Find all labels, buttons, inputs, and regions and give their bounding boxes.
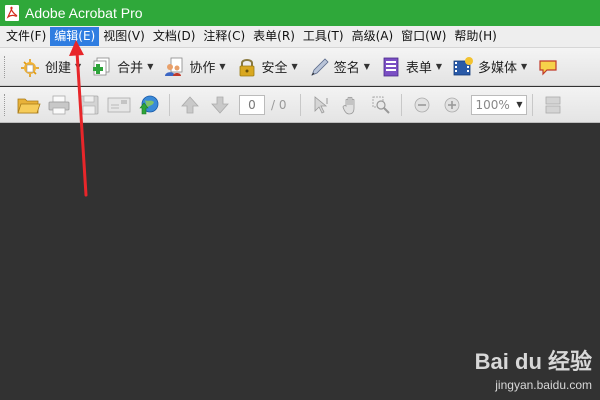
security-label: 安全 xyxy=(261,61,288,76)
combine-label: 合并 xyxy=(117,61,144,76)
zoom-value: 100% xyxy=(475,97,510,112)
pen-icon xyxy=(308,56,330,78)
watermark-url: jingyan.baidu.com xyxy=(495,378,592,392)
tools-toolbar: 0 / 0 100% ▼ xyxy=(0,87,600,123)
zoom-in-icon[interactable] xyxy=(437,91,467,119)
create-pdf-icon xyxy=(19,56,41,78)
forms-label: 表单 xyxy=(405,61,432,76)
page-number-input[interactable]: 0 xyxy=(239,94,265,115)
menu-comments[interactable]: 注释(C) xyxy=(199,27,249,46)
acrobat-logo-icon xyxy=(5,5,19,21)
collaborate-button[interactable]: 协作 ▼ xyxy=(158,52,230,82)
toolbar-grip[interactable] xyxy=(4,93,8,116)
baidu-jingyan-logo: Bai du 经验 xyxy=(474,349,592,374)
toolbar-grip[interactable] xyxy=(4,55,8,78)
zoom-out-icon[interactable] xyxy=(407,91,437,119)
save-icon[interactable] xyxy=(74,91,104,119)
watermark: Bai du 经验 jingyan.baidu.com xyxy=(475,344,592,392)
menu-window[interactable]: 窗口(W) xyxy=(397,27,450,46)
task-toolbar: 创建 ▼ 合并 ▼ 协作 ▼ 安全 ▼ 签名 ▼ 表单 ▼ 多媒体 ▼ xyxy=(0,48,600,86)
toolbar-separator xyxy=(531,93,533,116)
chevron-down-icon: ▼ xyxy=(219,62,226,71)
select-cursor-icon[interactable] xyxy=(306,91,336,119)
menu-advanced[interactable]: 高级(A) xyxy=(348,27,398,46)
collaborate-icon xyxy=(163,56,185,78)
menu-bar: 文件(F) 编辑(E) 视图(V) 文档(D) 注释(C) 表单(R) 工具(T… xyxy=(0,26,600,48)
comment-button[interactable] xyxy=(532,52,568,82)
menu-tools[interactable]: 工具(T) xyxy=(299,27,348,46)
chevron-down-icon: ▼ xyxy=(435,62,443,71)
sign-button[interactable]: 签名 ▼ xyxy=(303,52,375,82)
page-total: / 0 xyxy=(271,97,287,112)
menu-document[interactable]: 文档(D) xyxy=(149,27,200,46)
create-button[interactable]: 创建 ▼ xyxy=(14,52,86,82)
create-label: 创建 xyxy=(45,61,72,76)
menu-forms[interactable]: 表单(R) xyxy=(249,27,299,46)
chevron-down-icon: ▼ xyxy=(291,62,298,71)
comment-bubble-icon xyxy=(537,56,559,78)
menu-file[interactable]: 文件(F) xyxy=(2,27,50,46)
zoom-select[interactable]: 100% ▼ xyxy=(470,94,527,115)
combine-button[interactable]: 合并 ▼ xyxy=(86,52,158,82)
chevron-down-icon: ▼ xyxy=(521,62,528,71)
form-icon xyxy=(380,56,402,78)
print-icon[interactable] xyxy=(44,91,74,119)
lock-icon xyxy=(236,56,258,78)
multimedia-button[interactable]: 多媒体 ▼ xyxy=(447,52,532,82)
next-page-icon[interactable] xyxy=(205,91,235,119)
marquee-zoom-icon[interactable] xyxy=(366,91,396,119)
menu-view[interactable]: 视图(V) xyxy=(99,27,149,46)
toolbar-separator xyxy=(400,93,402,116)
chevron-down-icon: ▼ xyxy=(75,62,82,71)
open-folder-icon[interactable] xyxy=(14,91,44,119)
multimedia-label: 多媒体 xyxy=(478,61,518,76)
forms-button[interactable]: 表单 ▼ xyxy=(375,52,447,82)
menu-edit[interactable]: 编辑(E) xyxy=(50,27,100,46)
collaborate-label: 协作 xyxy=(189,61,216,76)
chevron-down-icon: ▼ xyxy=(363,62,370,71)
upload-globe-icon[interactable] xyxy=(134,91,164,119)
hand-tool-icon[interactable] xyxy=(336,91,366,119)
page-layout-icon[interactable] xyxy=(538,91,568,119)
chevron-down-icon: ▼ xyxy=(147,62,154,71)
toolbar-separator xyxy=(169,93,170,116)
combine-icon xyxy=(91,56,113,78)
previous-page-icon[interactable] xyxy=(175,91,205,119)
chevron-down-icon[interactable]: ▼ xyxy=(514,100,526,109)
window-title: Adobe Acrobat Pro xyxy=(25,5,143,21)
toolbar-separator xyxy=(299,93,301,116)
title-bar: Adobe Acrobat Pro xyxy=(0,0,600,26)
email-icon[interactable] xyxy=(104,91,134,119)
security-button[interactable]: 安全 ▼ xyxy=(231,52,303,82)
sign-label: 签名 xyxy=(333,61,360,76)
film-icon xyxy=(452,56,474,78)
menu-help[interactable]: 帮助(H) xyxy=(450,27,500,46)
